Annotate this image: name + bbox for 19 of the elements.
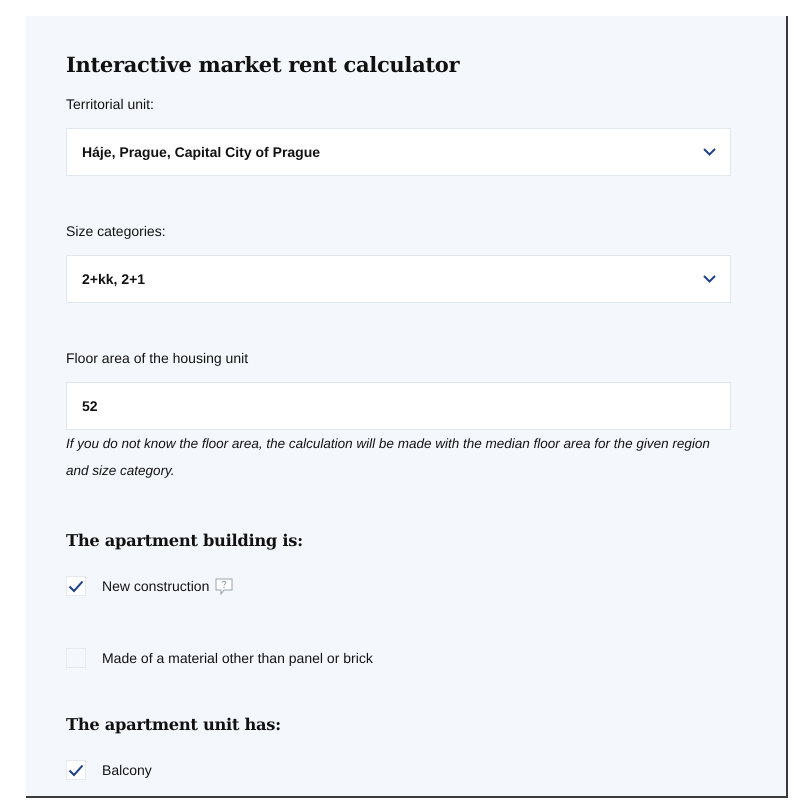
checkbox-label: New construction bbox=[102, 578, 210, 594]
field-label: Territorial unit: bbox=[66, 95, 154, 113]
dropdown-select[interactable]: 2+kk, 2+1 bbox=[66, 255, 731, 303]
section-heading: The apartment building is: bbox=[66, 530, 303, 552]
chevron-down-icon bbox=[703, 275, 716, 283]
checkmark-icon bbox=[68, 764, 84, 776]
field-label: Floor area of the housing unit bbox=[66, 349, 248, 367]
checkmark-icon bbox=[68, 580, 84, 592]
checkbox-label: Made of a material other than panel or brick bbox=[102, 650, 373, 666]
checkbox[interactable] bbox=[66, 576, 86, 596]
dropdown-select[interactable]: Háje, Prague, Capital City of Prague bbox=[66, 128, 731, 176]
field-label: Size categories: bbox=[66, 222, 166, 240]
page-title: Interactive market rent calculator bbox=[66, 51, 460, 79]
floor-area-input[interactable]: 52 bbox=[66, 382, 731, 430]
checkbox[interactable] bbox=[66, 760, 86, 780]
chevron-down-icon bbox=[703, 148, 716, 156]
section-heading: The apartment unit has: bbox=[66, 714, 281, 736]
hint-text: If you do not know the floor area, the calculation will be made with the median floor area for the given region and size category. bbox=[66, 435, 711, 480]
checkbox-label: Balcony bbox=[102, 762, 152, 778]
